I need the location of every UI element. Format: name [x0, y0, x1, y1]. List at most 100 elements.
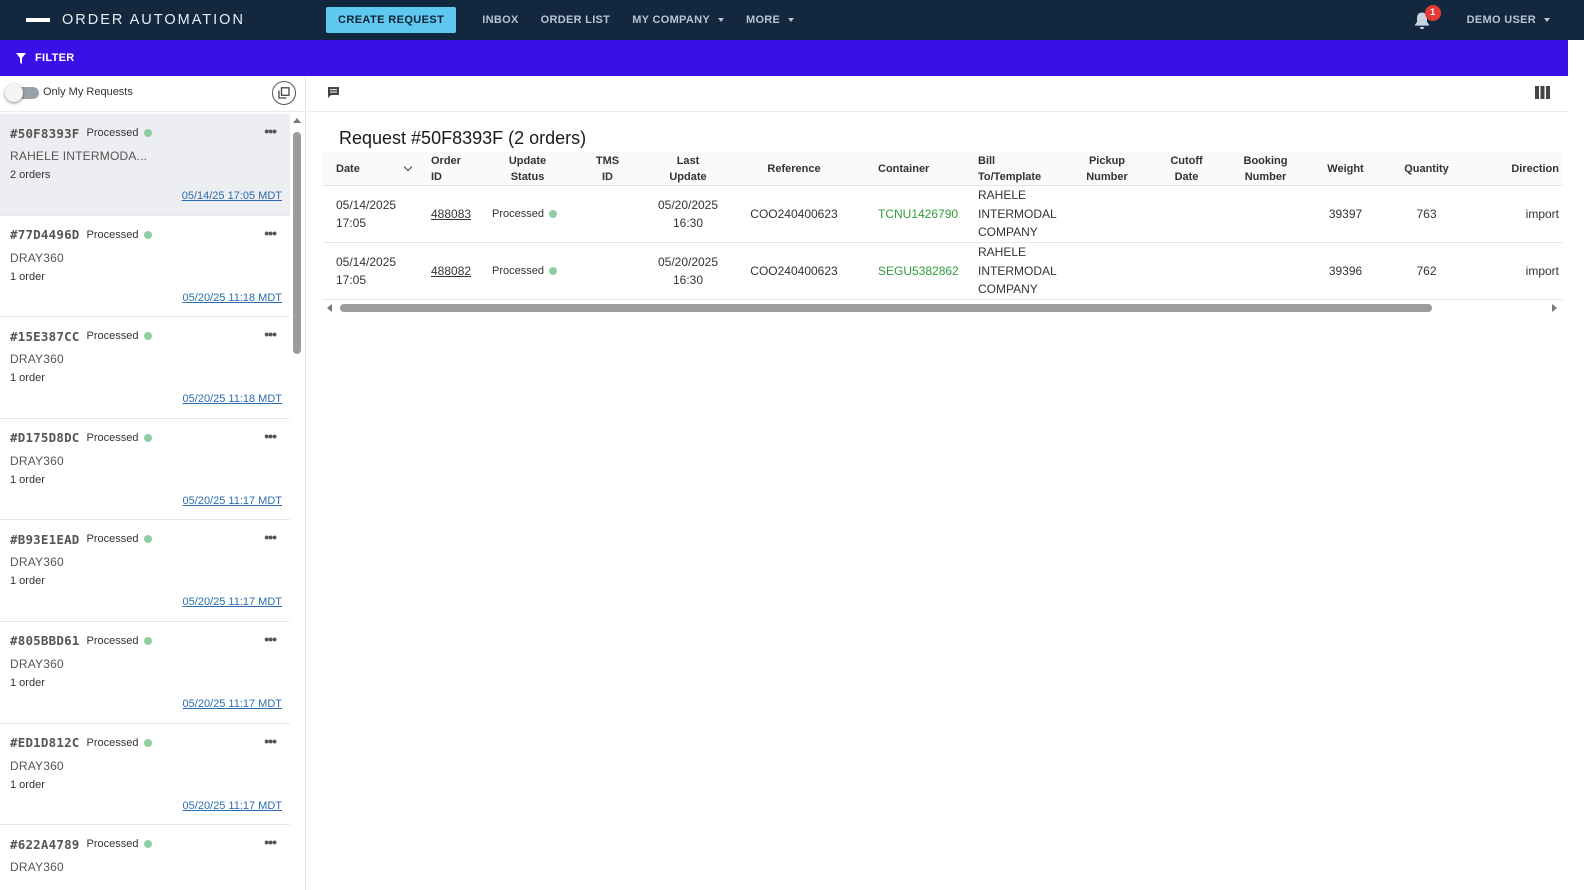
filter-icon [16, 52, 26, 64]
more-options-icon[interactable]: ••• [264, 327, 277, 341]
request-date-link[interactable]: 05/20/25 11:17 MDT [183, 596, 282, 608]
filter-bar[interactable]: FILTER [0, 40, 1568, 76]
weight-text: 39396 [1328, 263, 1363, 278]
request-date-link[interactable]: 05/14/25 17:05 MDT [182, 190, 282, 202]
col-tms-id[interactable]: TMS ID [566, 152, 649, 185]
cell-last-time: 16:30 [672, 216, 704, 230]
toggle-knob [5, 84, 23, 102]
col-quantity[interactable]: Quantity [1388, 152, 1465, 185]
col-update-status-label-2: Status [510, 170, 545, 183]
cell-direction: import [1465, 186, 1560, 242]
more-options-icon[interactable]: ••• [264, 226, 277, 240]
col-bill-to[interactable]: Bill To/Template [971, 152, 1069, 185]
table-row[interactable]: 05/14/2025 17:05 488082 Processed 05/20/2… [323, 243, 1563, 300]
nav-more[interactable]: MORE [746, 14, 795, 26]
only-my-requests-toggle[interactable] [5, 84, 39, 102]
request-date-link[interactable]: 05/20/25 11:17 MDT [183, 800, 282, 812]
col-direction[interactable]: Direction [1465, 152, 1560, 185]
scrollbar-thumb[interactable] [340, 304, 1432, 312]
container-link[interactable]: TCNU1426790 [878, 205, 958, 224]
more-options-icon[interactable]: ••• [264, 530, 277, 544]
notifications-button[interactable]: 1 [1411, 5, 1441, 31]
request-item[interactable]: #ED1D812C Processed ••• DRAY360 1 order 0… [0, 724, 290, 826]
status-dot [143, 332, 152, 341]
col-order-id[interactable]: Order ID [421, 152, 489, 185]
menu-icon [26, 18, 50, 22]
col-last-update[interactable]: Last Update [649, 152, 727, 185]
more-options-icon[interactable]: ••• [264, 734, 277, 748]
order-id-link[interactable]: 488082 [431, 262, 471, 281]
nav-my-company[interactable]: MY COMPANY [632, 14, 724, 26]
request-company: DRAY360 [10, 555, 64, 570]
col-order-id-label-2: ID [431, 170, 442, 183]
col-date[interactable]: Date [323, 152, 421, 185]
chevron-down-icon [1544, 18, 1550, 22]
cell-date: 05/14/2025 17:05 [323, 186, 421, 242]
col-update-status[interactable]: Update Status [489, 152, 566, 185]
request-id: #ED1D812C [10, 735, 80, 751]
order-id-link[interactable]: 488083 [431, 205, 471, 224]
cell-weight: 39396 [1303, 243, 1388, 299]
request-id: #805BBD61 [10, 633, 80, 649]
scroll-right-arrow-icon[interactable] [1552, 304, 1557, 312]
request-item[interactable]: #77D4496D Processed ••• DRAY360 1 order 0… [0, 216, 290, 318]
request-id: #77D4496D [10, 227, 80, 243]
columns-icon[interactable] [1535, 86, 1550, 99]
reference-text: COO240400623 [750, 263, 838, 278]
comment-icon[interactable] [327, 86, 340, 99]
request-status: Processed [86, 634, 139, 647]
nav-my-company-label: MY COMPANY [632, 14, 710, 26]
scroll-left-arrow-icon[interactable] [327, 304, 332, 312]
col-cutoff-date[interactable]: Cutoff Date [1145, 152, 1228, 185]
request-date-link[interactable]: 05/20/25 11:18 MDT [183, 393, 282, 405]
more-options-icon[interactable]: ••• [264, 124, 277, 138]
scrollbar-thumb[interactable] [293, 132, 301, 354]
request-list-scrollbar[interactable] [292, 118, 302, 868]
table-horizontal-scrollbar[interactable] [323, 302, 1559, 314]
nav-order-list[interactable]: ORDER LIST [541, 14, 611, 26]
scroll-up-arrow-icon[interactable] [293, 118, 301, 123]
request-order-count: 1 order [10, 473, 45, 486]
request-date-link[interactable]: 05/20/25 11:17 MDT [183, 495, 282, 507]
user-menu[interactable]: DEMO USER [1467, 14, 1550, 26]
container-link[interactable]: SEGU5382862 [878, 262, 959, 281]
request-item[interactable]: #50F8393F Processed ••• RAHELE INTERMODA.… [0, 114, 290, 216]
col-pickup-number[interactable]: Pickup Number [1069, 152, 1145, 185]
col-container[interactable]: Container [861, 152, 971, 185]
cell-bill-to: RAHELE INTERMODAL COMPANY [971, 243, 1069, 299]
request-item[interactable]: #D175D8DC Processed ••• DRAY360 1 order 0… [0, 419, 290, 521]
request-item[interactable]: #B93E1EAD Processed ••• DRAY360 1 order 0… [0, 520, 290, 622]
cell-reference: COO240400623 [727, 186, 861, 242]
more-options-icon[interactable]: ••• [264, 632, 277, 646]
request-date-link[interactable]: 05/20/25 11:18 MDT [183, 292, 282, 304]
col-pickup-label-1: Pickup [1088, 154, 1126, 167]
col-order-id-label-1: Order [431, 154, 461, 167]
cell-last-update: 05/20/2025 16:30 [649, 243, 727, 299]
request-item[interactable]: #622A4789 Processed ••• DRAY360 [0, 825, 290, 874]
nav-inbox[interactable]: INBOX [482, 14, 518, 26]
request-status: Processed [86, 736, 139, 749]
sort-down-icon [403, 162, 413, 171]
cell-cutoff-date [1145, 186, 1228, 242]
request-status: Processed [86, 127, 139, 139]
status-dot [143, 840, 152, 849]
more-options-icon[interactable]: ••• [264, 835, 277, 849]
col-cutoff-label-2: Date [1174, 170, 1199, 183]
request-item[interactable]: #15E387CC Processed ••• DRAY360 1 order 0… [0, 317, 290, 419]
col-booking-label-1: Booking [1243, 154, 1288, 167]
app-logo[interactable]: ORDER AUTOMATION [26, 12, 316, 28]
cell-direction: import [1465, 243, 1560, 299]
status-dot [548, 267, 557, 275]
col-booking-number[interactable]: Booking Number [1228, 152, 1303, 185]
table-row[interactable]: 05/14/2025 17:05 488083 Processed 05/20/2… [323, 186, 1563, 243]
app-title: ORDER AUTOMATION [62, 12, 245, 28]
request-title: Request #50F8393F (2 orders) [339, 128, 587, 148]
col-weight[interactable]: Weight [1303, 152, 1388, 185]
more-options-icon[interactable]: ••• [264, 429, 277, 443]
col-reference[interactable]: Reference [727, 152, 861, 185]
request-item[interactable]: #805BBD61 Processed ••• DRAY360 1 order 0… [0, 622, 290, 724]
request-date-link[interactable]: 05/20/25 11:17 MDT [183, 698, 282, 710]
request-company: DRAY360 [10, 453, 64, 468]
copy-button[interactable] [272, 81, 296, 105]
create-request-button[interactable]: CREATE REQUEST [326, 7, 457, 33]
